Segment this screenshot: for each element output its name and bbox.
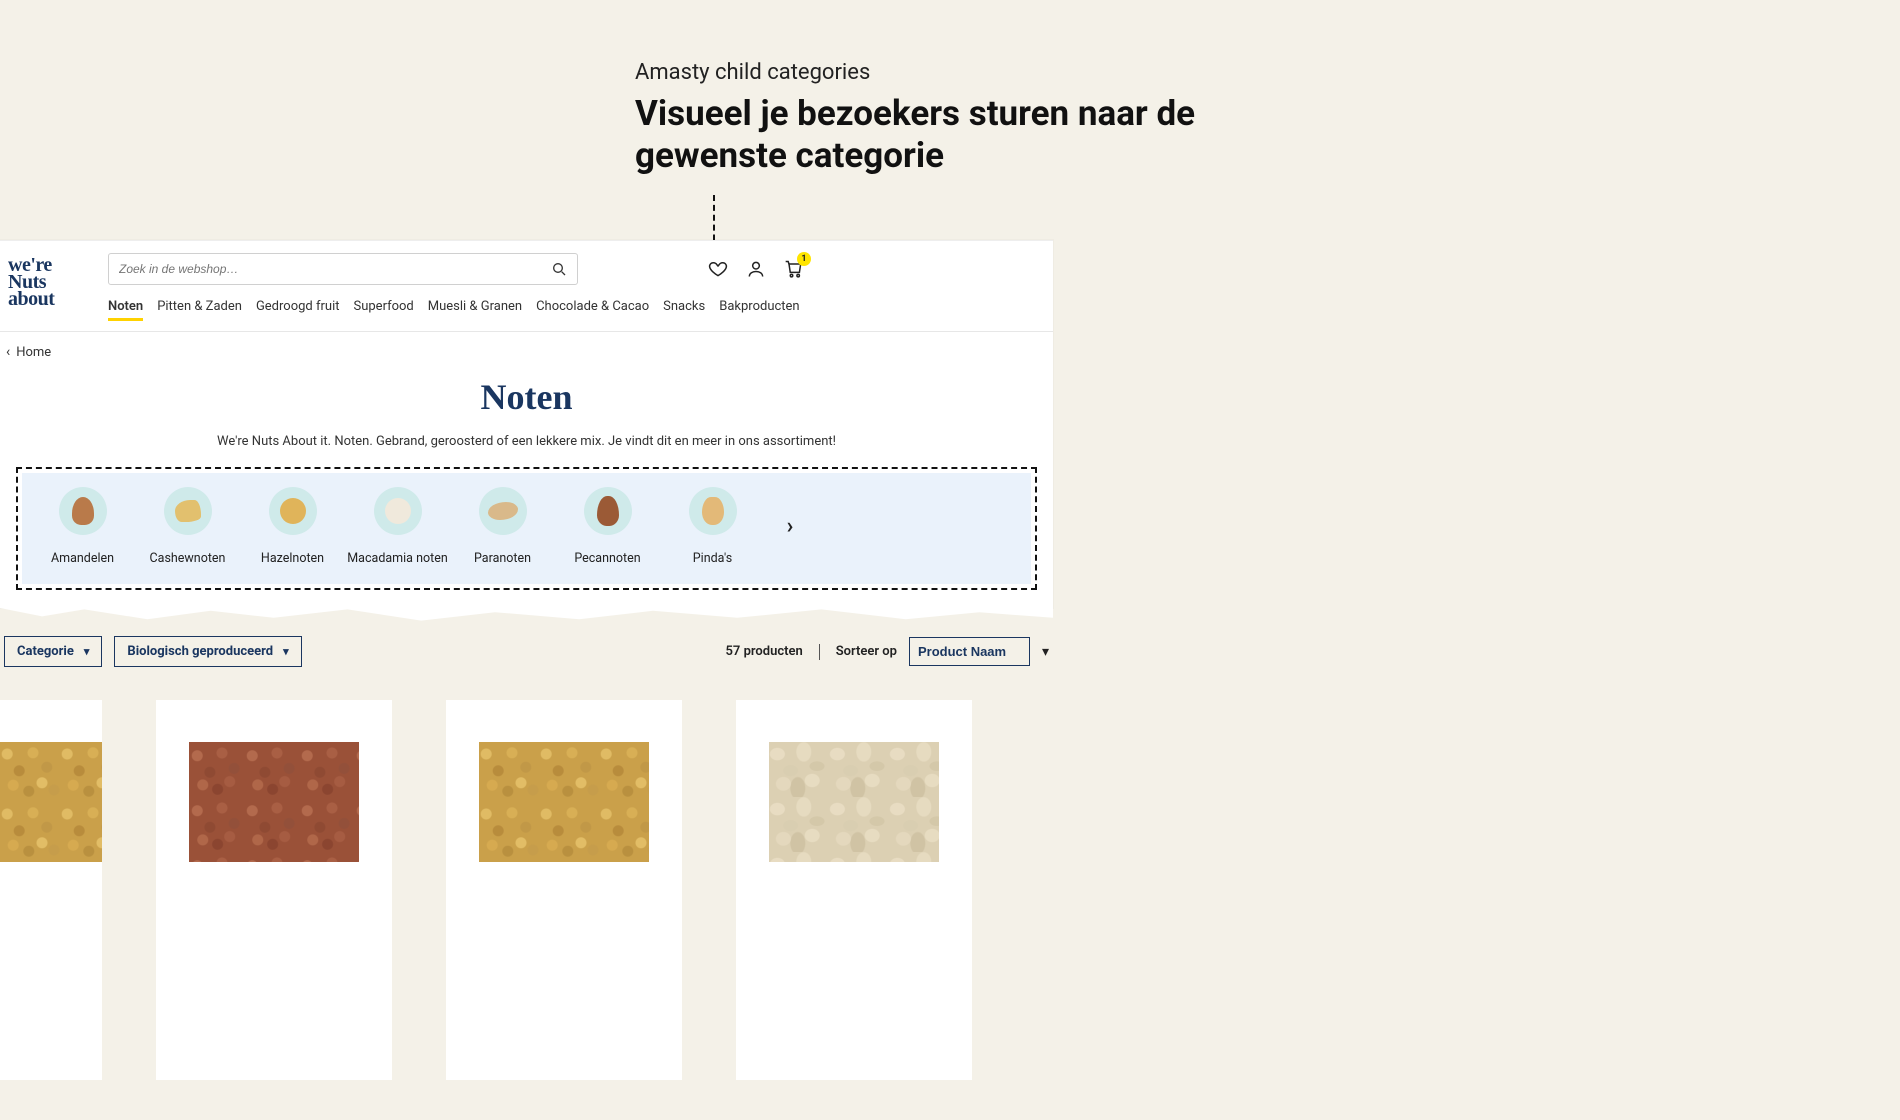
- category-strip-highlight: Amandelen Cashewnoten Hazelnoten Macadam…: [16, 467, 1037, 590]
- main-nav: Noten Pitten & Zaden Gedroogd fruit Supe…: [108, 299, 1037, 331]
- category-label: Cashewnoten: [135, 551, 240, 566]
- feature-heading: Amasty child categories Visueel je bezoe…: [635, 60, 1335, 177]
- category-icon: [374, 487, 422, 535]
- sort-select[interactable]: Product Naam: [909, 637, 1030, 666]
- nav-item-chocolade[interactable]: Chocolade & Cacao: [536, 299, 649, 321]
- breadcrumb[interactable]: ‹ Home: [0, 332, 1053, 372]
- search-icon[interactable]: [551, 261, 567, 277]
- category-label: Hazelnoten: [240, 551, 345, 566]
- filter-organic-button[interactable]: Biologisch geproduceerd ▾: [114, 636, 301, 667]
- category-paranoten[interactable]: Paranoten: [450, 487, 555, 566]
- filter-category-label: Categorie: [17, 644, 74, 659]
- category-icon: [164, 487, 212, 535]
- feature-headline: Visueel je bezoekers sturen naar de gewe…: [635, 93, 1335, 177]
- nav-item-noten[interactable]: Noten: [108, 299, 143, 321]
- logo-line-3: about: [8, 291, 68, 308]
- category-label: Pinda's: [660, 551, 765, 566]
- product-card[interactable]: [446, 700, 682, 1080]
- category-icon: [269, 487, 317, 535]
- header-main: 1 Noten Pitten & Zaden Gedroogd fruit Su…: [108, 253, 1037, 331]
- category-pecannoten[interactable]: Pecannoten: [555, 487, 660, 566]
- product-count: 57 producten: [726, 644, 803, 659]
- category-macadamia[interactable]: Macadamia noten: [345, 487, 450, 566]
- product-card[interactable]: [736, 700, 972, 1080]
- filter-organic-label: Biologisch geproduceerd: [127, 644, 273, 659]
- chevron-left-icon: ‹: [6, 344, 10, 360]
- category-strip: Amandelen Cashewnoten Hazelnoten Macadam…: [22, 473, 1031, 584]
- site-logo[interactable]: we're Nuts about: [8, 257, 68, 308]
- product-card[interactable]: [0, 700, 102, 1080]
- sort-label: Sorteer op: [836, 644, 897, 659]
- category-icon: [59, 487, 107, 535]
- separator: [819, 644, 820, 660]
- nav-item-muesli[interactable]: Muesli & Granen: [428, 299, 522, 321]
- filter-bar: Categorie ▾ Biologisch geproduceerd ▾ 57…: [0, 636, 1053, 667]
- chevron-down-icon: ▾: [283, 645, 289, 658]
- feature-eyebrow: Amasty child categories: [635, 60, 1335, 85]
- nav-item-snacks[interactable]: Snacks: [663, 299, 705, 321]
- category-label: Pecannoten: [555, 551, 660, 566]
- app-header: we're Nuts about: [0, 241, 1053, 331]
- category-hazelnoten[interactable]: Hazelnoten: [240, 487, 345, 566]
- search-input[interactable]: [119, 262, 551, 276]
- cart-icon[interactable]: 1: [784, 259, 804, 279]
- category-label: Amandelen: [30, 551, 135, 566]
- search-box[interactable]: [108, 253, 578, 285]
- category-label: Paranoten: [450, 551, 555, 566]
- account-icon[interactable]: [746, 259, 766, 279]
- sort-direction-toggle[interactable]: ▾: [1042, 644, 1049, 660]
- sort-select-input[interactable]: Product Naam: [918, 644, 1021, 659]
- product-image: [189, 742, 359, 862]
- product-card[interactable]: [156, 700, 392, 1080]
- filter-category-button[interactable]: Categorie ▾: [4, 636, 102, 667]
- app-window: we're Nuts about: [0, 240, 1053, 608]
- breadcrumb-home[interactable]: Home: [16, 345, 51, 360]
- category-next-button[interactable]: ›: [765, 514, 815, 539]
- category-amandelen[interactable]: Amandelen: [30, 487, 135, 566]
- category-icon: [584, 487, 632, 535]
- category-icon: [689, 487, 737, 535]
- product-image: [0, 742, 102, 862]
- category-pindas[interactable]: Pinda's: [660, 487, 765, 566]
- product-image: [479, 742, 649, 862]
- cart-badge: 1: [797, 252, 811, 266]
- category-label: Macadamia noten: [345, 551, 450, 566]
- chevron-down-icon: ▾: [1042, 644, 1049, 660]
- chevron-right-icon: ›: [787, 514, 794, 539]
- nav-item-gedroogd[interactable]: Gedroogd fruit: [256, 299, 340, 321]
- nav-item-superfood[interactable]: Superfood: [354, 299, 414, 321]
- wishlist-icon[interactable]: [708, 259, 728, 279]
- search-row: 1: [108, 253, 1037, 285]
- nav-item-bakproducten[interactable]: Bakproducten: [719, 299, 799, 321]
- nav-item-pitten[interactable]: Pitten & Zaden: [157, 299, 242, 321]
- product-image: [769, 742, 939, 862]
- page-title: Noten: [0, 376, 1053, 418]
- header-icons: 1: [708, 259, 804, 279]
- page-subtitle: We're Nuts About it. Noten. Gebrand, ger…: [0, 434, 1053, 449]
- category-icon: [479, 487, 527, 535]
- category-cashewnoten[interactable]: Cashewnoten: [135, 487, 240, 566]
- product-grid: [0, 700, 972, 1080]
- chevron-down-icon: ▾: [84, 645, 90, 658]
